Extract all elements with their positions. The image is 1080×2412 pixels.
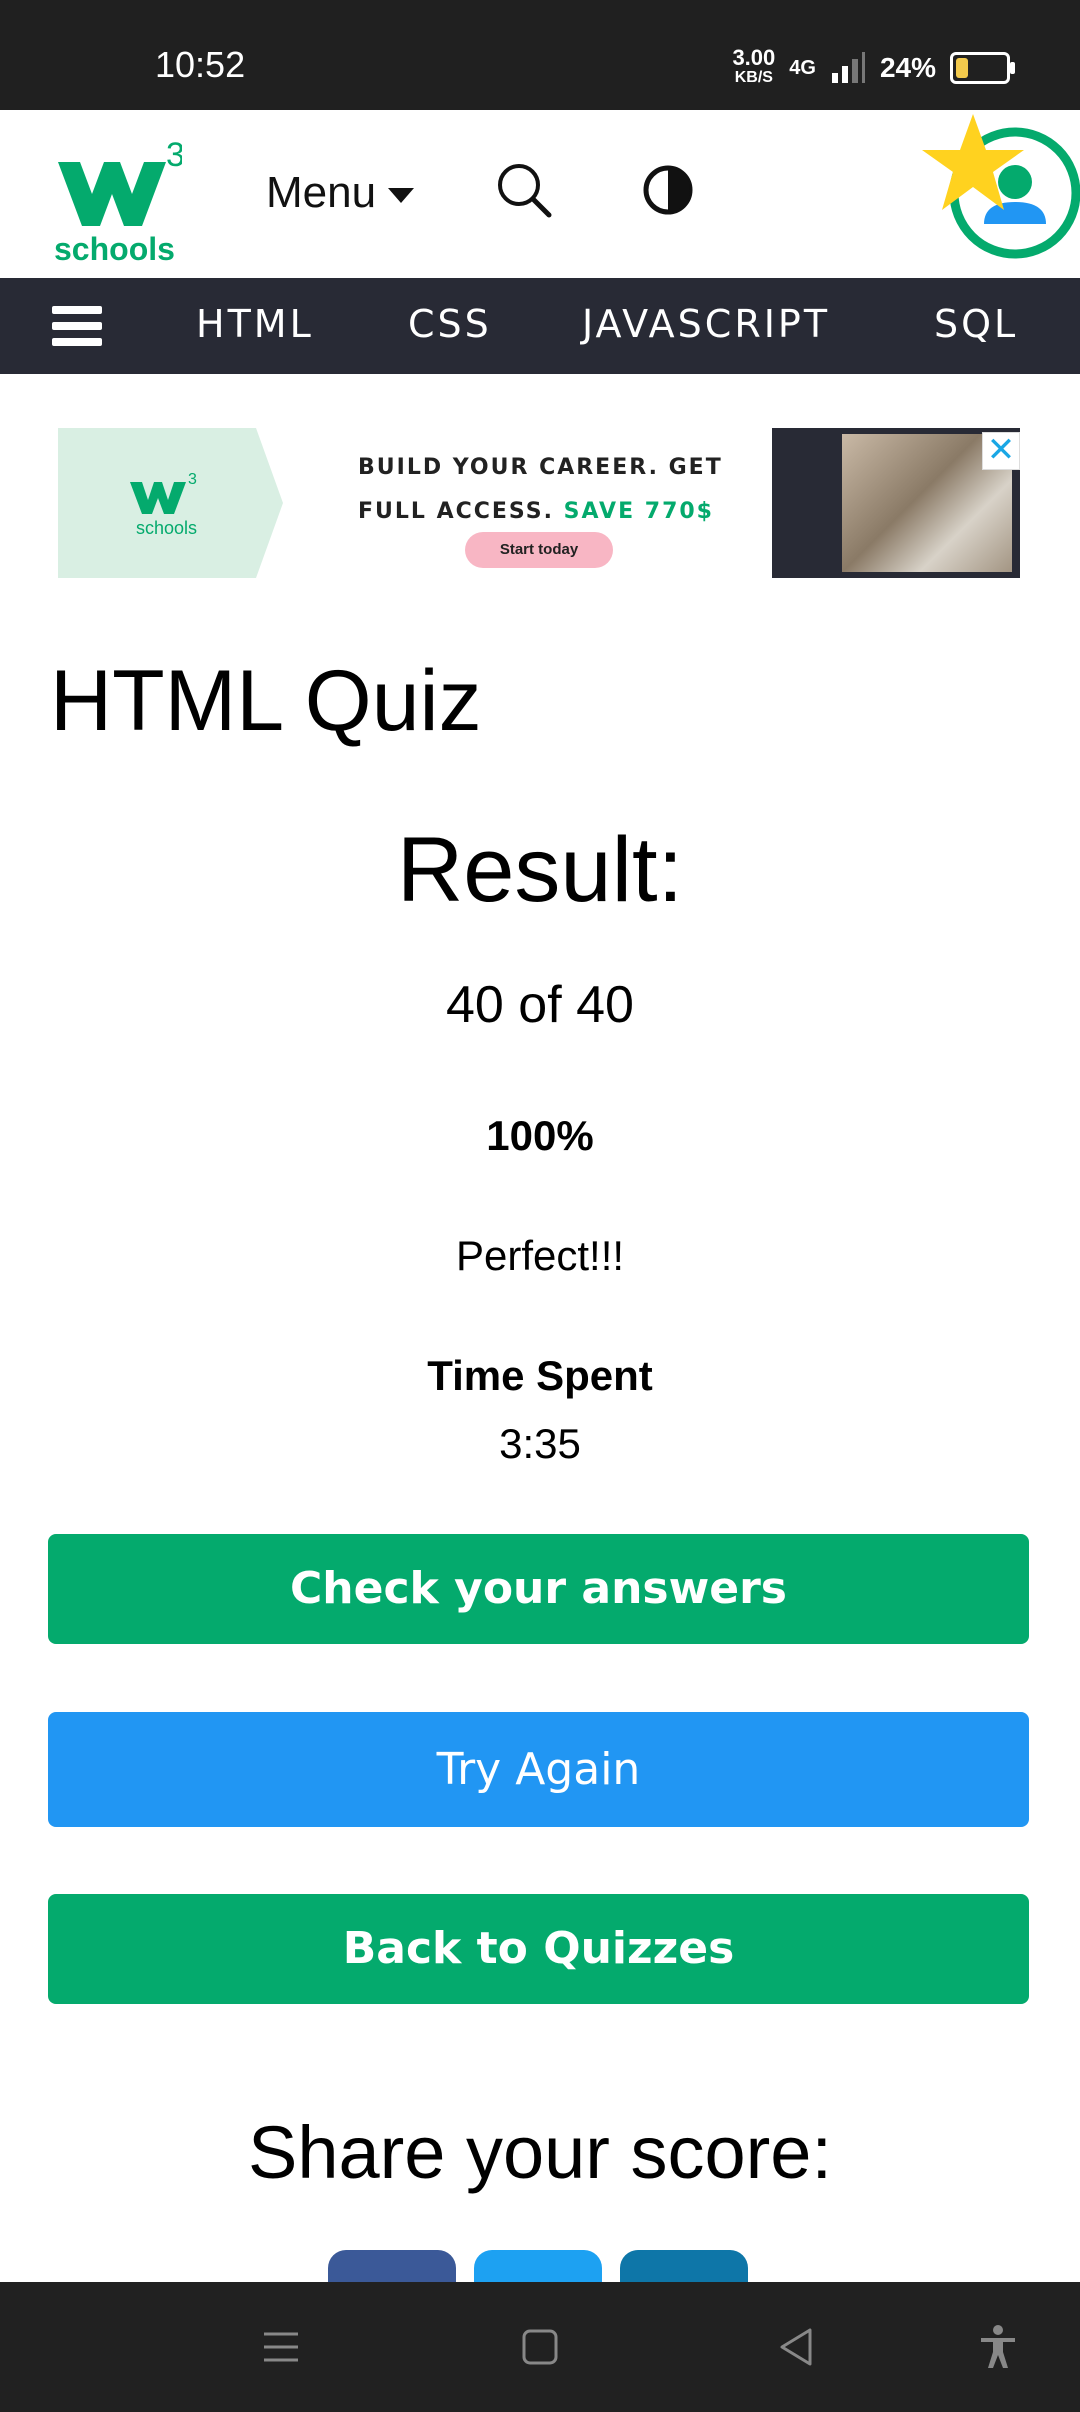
nav-item-javascript[interactable]: JAVASCRIPT xyxy=(582,302,830,346)
result-heading: Result: xyxy=(396,819,684,921)
ad-banner[interactable]: 3 schools BUILD YOUR CAREER. GET FULL AC… xyxy=(58,428,1020,578)
search-icon[interactable] xyxy=(494,160,554,220)
logo-text: schools xyxy=(54,231,175,262)
logo-superscript: 3 xyxy=(166,136,182,174)
subject-navigation: HTML CSS JAVASCRIPT SQL xyxy=(0,278,1080,374)
signal-icon xyxy=(831,52,865,83)
network-speed: 3.00 KB/S xyxy=(732,45,776,88)
contrast-toggle-icon[interactable] xyxy=(640,162,696,218)
nav-item-html[interactable]: HTML xyxy=(196,302,314,346)
star-icon xyxy=(922,114,1024,210)
svg-text:3: 3 xyxy=(188,471,197,488)
ad-line-1: BUILD YOUR CAREER. GET xyxy=(358,455,723,480)
status-indicators: 3.00 KB/S 4G 24% xyxy=(732,45,1015,88)
try-again-button[interactable]: Try Again xyxy=(48,1712,1029,1827)
battery-percent: 24% xyxy=(879,52,936,83)
system-navigation-bar xyxy=(0,2282,1080,2412)
status-bar: 10:52 3.00 KB/S 4G 24% xyxy=(0,0,1080,110)
back-to-quizzes-button[interactable]: Back to Quizzes xyxy=(48,1894,1029,2004)
home-icon[interactable] xyxy=(515,2322,565,2372)
ad-text: BUILD YOUR CAREER. GET FULL ACCESS. SAVE… xyxy=(358,446,723,534)
score-text: 40 of 40 xyxy=(446,976,634,1034)
caret-down-icon xyxy=(388,187,415,203)
hamburger-menu-icon[interactable] xyxy=(52,306,102,346)
accessibility-icon[interactable] xyxy=(973,2322,1023,2372)
ad-save-highlight: SAVE 770$ xyxy=(563,499,714,524)
back-icon[interactable] xyxy=(772,2322,822,2372)
nav-item-css[interactable]: CSS xyxy=(408,302,492,346)
check-answers-button[interactable]: Check your answers xyxy=(48,1534,1029,1644)
network-speed-value: 3.00 xyxy=(732,45,776,70)
ad-cta-button[interactable]: Start today xyxy=(465,532,613,568)
ad-logo-text: schools xyxy=(136,518,197,538)
ad-logo-panel: 3 schools xyxy=(58,428,283,578)
battery-icon xyxy=(950,52,1015,84)
ad-w3schools-logo: 3 schools xyxy=(130,471,197,538)
battery-level-fill xyxy=(956,58,968,78)
menu-button[interactable]: Menu xyxy=(266,168,415,218)
network-speed-unit: KB/S xyxy=(734,69,773,86)
top-navigation: 3 schools Menu xyxy=(0,110,1080,278)
time-spent-value: 3:35 xyxy=(499,1420,581,1467)
recent-apps-icon[interactable] xyxy=(256,2322,306,2372)
grade-text: Perfect!!! xyxy=(455,1232,625,1279)
ad-line-2-prefix: FULL ACCESS. xyxy=(358,499,554,524)
network-type: 4G xyxy=(789,56,816,79)
page-title: HTML Quiz xyxy=(50,653,482,749)
ad-line-2: FULL ACCESS. SAVE 770$ xyxy=(358,490,723,534)
ad-close-icon[interactable]: ✕ xyxy=(982,432,1020,470)
score-percent: 100% xyxy=(486,1112,594,1159)
nav-item-sql[interactable]: SQL xyxy=(934,302,1018,346)
w3schools-logo[interactable]: 3 schools xyxy=(52,132,182,262)
share-heading: Share your score: xyxy=(247,2111,833,2194)
status-time: 10:52 xyxy=(155,44,246,85)
time-spent-label: Time Spent xyxy=(427,1352,653,1399)
menu-label: Menu xyxy=(266,168,377,217)
